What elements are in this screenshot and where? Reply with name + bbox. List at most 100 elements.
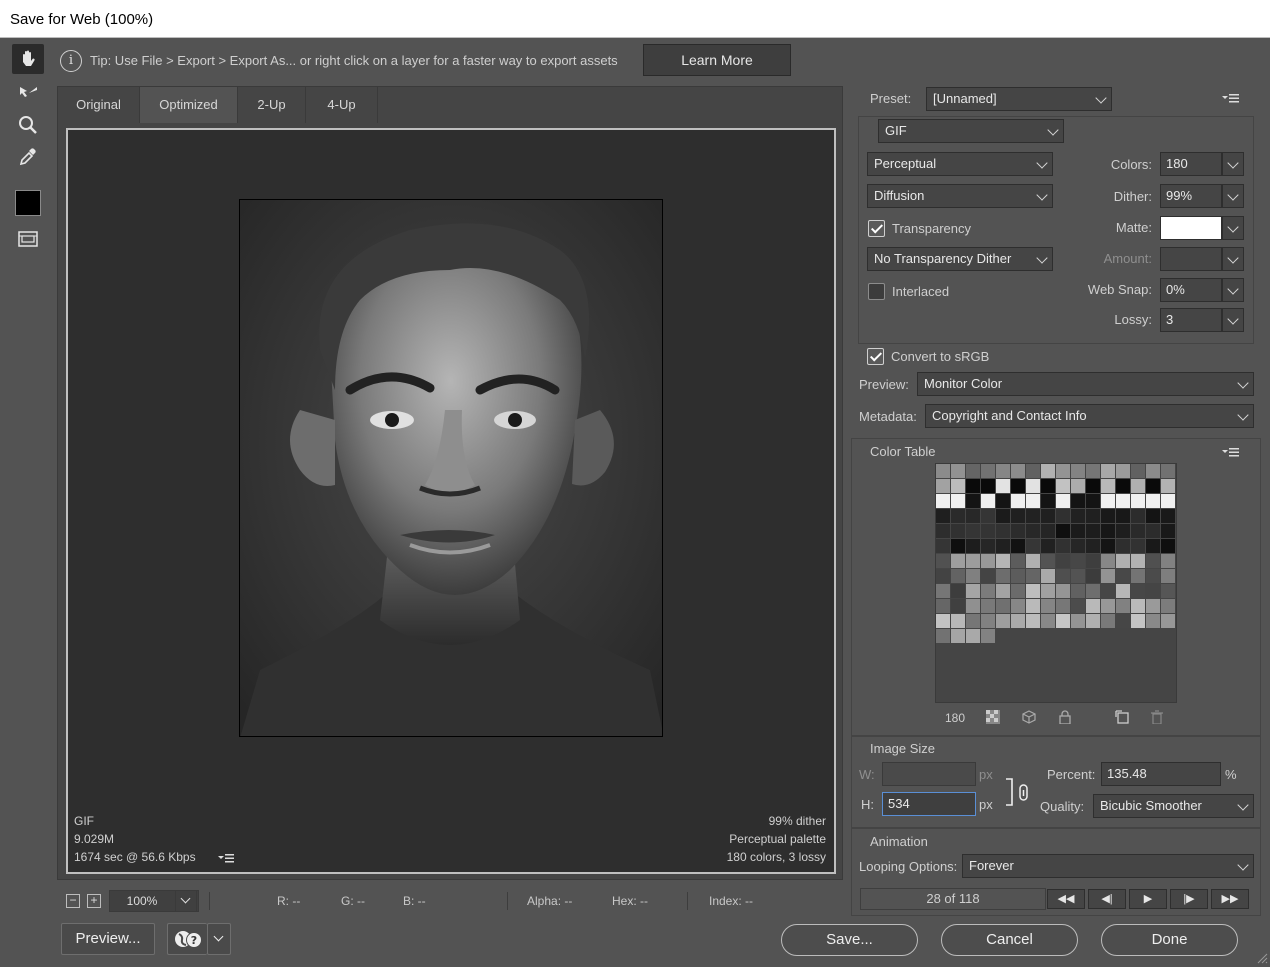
color-swatch-cell[interactable] bbox=[981, 569, 995, 583]
width-input[interactable] bbox=[882, 762, 976, 786]
learn-more-button[interactable]: Learn More bbox=[643, 44, 791, 76]
done-button[interactable]: Done bbox=[1101, 924, 1238, 956]
color-swatch-cell[interactable] bbox=[1116, 599, 1130, 613]
color-swatch-cell[interactable] bbox=[966, 554, 980, 568]
color-swatch-cell[interactable] bbox=[981, 494, 995, 508]
color-swatch-cell[interactable] bbox=[936, 479, 950, 493]
color-swatch-cell[interactable] bbox=[966, 524, 980, 538]
color-swatch-cell[interactable] bbox=[1011, 614, 1025, 628]
color-swatch-cell[interactable] bbox=[1161, 614, 1175, 628]
format-dropdown[interactable]: GIF bbox=[878, 119, 1064, 143]
transparency-dither-dropdown[interactable]: No Transparency Dither bbox=[867, 247, 1053, 271]
height-input[interactable]: 534 bbox=[882, 792, 976, 816]
zoom-out-button[interactable]: − bbox=[66, 894, 80, 908]
resample-quality-dropdown[interactable]: Bicubic Smoother bbox=[1093, 794, 1254, 818]
color-swatch-cell[interactable] bbox=[936, 464, 950, 478]
color-swatch-cell[interactable] bbox=[981, 599, 995, 613]
color-swatch-cell[interactable] bbox=[936, 629, 950, 643]
eyedropper-tool-button[interactable] bbox=[12, 142, 44, 172]
color-swatch-cell[interactable] bbox=[1086, 539, 1100, 553]
color-swatch-cell[interactable] bbox=[1116, 524, 1130, 538]
interlaced-checkbox[interactable] bbox=[868, 283, 885, 300]
color-swatch-cell[interactable] bbox=[1146, 554, 1160, 568]
color-swatch-cell[interactable] bbox=[1071, 539, 1085, 553]
color-swatch-cell[interactable] bbox=[981, 554, 995, 568]
color-swatch-cell[interactable] bbox=[966, 629, 980, 643]
color-swatch-cell[interactable] bbox=[981, 629, 995, 643]
color-swatch-cell[interactable] bbox=[1101, 554, 1115, 568]
color-swatch-cell[interactable] bbox=[1116, 539, 1130, 553]
color-swatch-cell[interactable] bbox=[1071, 584, 1085, 598]
color-swatch-cell[interactable] bbox=[996, 479, 1010, 493]
color-swatch-cell[interactable] bbox=[1116, 584, 1130, 598]
color-swatch-cell[interactable] bbox=[1011, 509, 1025, 523]
color-swatch-cell[interactable] bbox=[1161, 554, 1175, 568]
color-swatch-cell[interactable] bbox=[1056, 494, 1070, 508]
color-swatch-cell[interactable] bbox=[1161, 599, 1175, 613]
color-swatch-cell[interactable] bbox=[1041, 614, 1055, 628]
color-swatch-cell[interactable] bbox=[1116, 554, 1130, 568]
color-swatch-cell[interactable] bbox=[966, 539, 980, 553]
color-swatch-cell[interactable] bbox=[951, 464, 965, 478]
color-swatch-cell[interactable] bbox=[996, 539, 1010, 553]
color-swatch-cell[interactable] bbox=[966, 614, 980, 628]
color-swatch-cell[interactable] bbox=[936, 524, 950, 538]
previous-frame-button[interactable]: ◀| bbox=[1088, 889, 1126, 909]
color-swatch-cell[interactable] bbox=[951, 569, 965, 583]
color-swatch-cell[interactable] bbox=[1161, 524, 1175, 538]
zoom-tool-button[interactable] bbox=[12, 110, 44, 140]
color-swatch-cell[interactable] bbox=[936, 494, 950, 508]
matte-dropdown[interactable] bbox=[1222, 216, 1244, 240]
color-swatch-cell[interactable] bbox=[951, 599, 965, 613]
color-swatch-cell[interactable] bbox=[1026, 569, 1040, 583]
dither-algorithm-dropdown[interactable]: Diffusion bbox=[867, 184, 1053, 208]
color-swatch-cell[interactable] bbox=[981, 479, 995, 493]
lossy-input[interactable]: 3 bbox=[1160, 308, 1222, 332]
tab-original[interactable]: Original bbox=[58, 87, 140, 123]
color-swatch-cell[interactable] bbox=[996, 614, 1010, 628]
color-swatch-cell[interactable] bbox=[1146, 599, 1160, 613]
color-swatch-cell[interactable] bbox=[1086, 584, 1100, 598]
color-swatch-cell[interactable] bbox=[1056, 464, 1070, 478]
color-swatch-cell[interactable] bbox=[1041, 569, 1055, 583]
color-swatch-cell[interactable] bbox=[1011, 599, 1025, 613]
color-swatch-cell[interactable] bbox=[996, 464, 1010, 478]
color-swatch-cell[interactable] bbox=[1011, 569, 1025, 583]
color-swatch-cell[interactable] bbox=[1071, 524, 1085, 538]
web-shift-icon[interactable] bbox=[1022, 710, 1036, 727]
color-swatch-cell[interactable] bbox=[1026, 479, 1040, 493]
color-swatch-cell[interactable] bbox=[936, 584, 950, 598]
color-swatch-cell[interactable] bbox=[1011, 539, 1025, 553]
metadata-dropdown[interactable]: Copyright and Contact Info bbox=[925, 404, 1254, 428]
color-swatch-cell[interactable] bbox=[1041, 539, 1055, 553]
color-swatch-cell[interactable] bbox=[1101, 464, 1115, 478]
color-swatch-cell[interactable] bbox=[966, 479, 980, 493]
resize-grip-icon[interactable] bbox=[1256, 952, 1268, 967]
color-swatch-cell[interactable] bbox=[1131, 614, 1145, 628]
color-swatch-cell[interactable] bbox=[1071, 599, 1085, 613]
tab-optimized[interactable]: Optimized bbox=[140, 87, 238, 123]
tab-2-up[interactable]: 2-Up bbox=[238, 87, 306, 123]
color-swatch-cell[interactable] bbox=[1056, 554, 1070, 568]
color-swatch-cell[interactable] bbox=[1041, 509, 1055, 523]
browser-preview-dropdown[interactable] bbox=[207, 923, 231, 955]
colors-dropdown[interactable] bbox=[1222, 152, 1244, 176]
color-swatch-cell[interactable] bbox=[951, 614, 965, 628]
color-swatch-cell[interactable] bbox=[1056, 479, 1070, 493]
color-swatch-cell[interactable] bbox=[1161, 584, 1175, 598]
color-swatch-cell[interactable] bbox=[1131, 494, 1145, 508]
zoom-in-button[interactable]: + bbox=[87, 894, 101, 908]
color-swatch-cell[interactable] bbox=[1101, 479, 1115, 493]
slice-select-tool-button[interactable] bbox=[12, 78, 44, 108]
color-swatch-cell[interactable] bbox=[936, 554, 950, 568]
color-swatch-cell[interactable] bbox=[966, 584, 980, 598]
preview-button[interactable]: Preview... bbox=[61, 923, 155, 955]
color-swatch-cell[interactable] bbox=[1161, 494, 1175, 508]
color-swatch-cell[interactable] bbox=[1056, 509, 1070, 523]
color-swatch-cell[interactable] bbox=[1086, 464, 1100, 478]
looping-options-dropdown[interactable]: Forever bbox=[962, 854, 1254, 878]
color-swatch-cell[interactable] bbox=[1071, 479, 1085, 493]
color-swatch-cell[interactable] bbox=[1101, 584, 1115, 598]
tab-4-up[interactable]: 4-Up bbox=[306, 87, 378, 123]
color-swatch-cell[interactable] bbox=[1146, 614, 1160, 628]
